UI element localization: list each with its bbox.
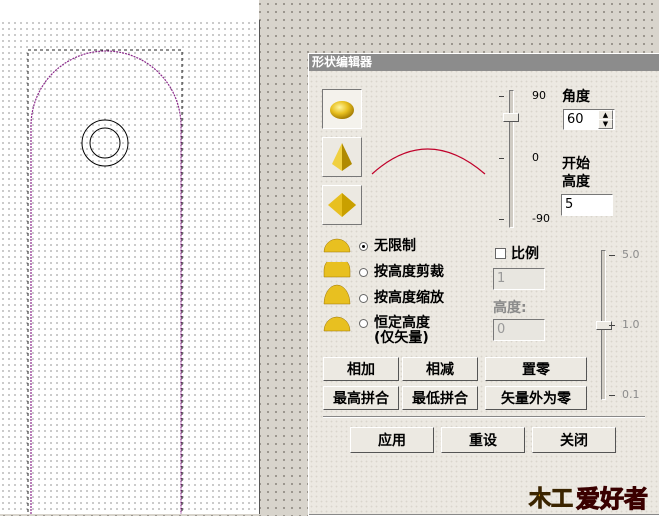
mode-clip-label: 按高度剪裁 [374,264,444,280]
radio-button[interactable] [359,242,368,251]
svg-text:木工: 木工 [528,487,573,512]
mode-unlimited-label: 无限制 [374,238,416,254]
drawing-canvas[interactable] [0,20,260,514]
outer-circle[interactable] [81,119,129,167]
diamond-preset-button[interactable] [322,185,362,225]
ratio-label: 比例 [511,246,539,262]
canvas-ruler [0,0,259,21]
start-height-label-2: 高度 [562,174,590,190]
radio-button[interactable] [359,294,368,303]
mode-constant-label-line1: 恒定高度 [374,315,430,331]
inner-circle[interactable] [89,127,121,159]
dome-preset-button[interactable] [322,89,362,129]
min-merge-button[interactable]: 最低拼合 [402,386,478,410]
max-merge-button[interactable]: 最高拼合 [323,386,399,410]
shape-editor-dialog: 形状编辑器 90 0 -90 角度 60 ▲ ▼ 开始 高度 5 无限制 按高度… [308,53,659,516]
diamond-shape-icon [328,193,356,217]
add-button[interactable]: 相加 [323,357,399,381]
height-label: 高度: [493,300,527,316]
zero-button[interactable]: 置零 [485,357,587,381]
angle-slider-thumb[interactable] [503,113,519,122]
profile-preview [371,148,486,175]
radio-button[interactable] [359,268,368,277]
scale-max-label: 5.0 [622,248,640,261]
mode-scale-radio[interactable]: 按高度缩放 [359,291,444,306]
angle-spin-down[interactable]: ▼ [598,119,613,129]
close-button[interactable]: 关闭 [532,427,616,453]
mode-dome-icon [323,238,351,253]
scale-mid-label: 1.0 [622,318,640,331]
vector-shape[interactable] [0,20,259,514]
angle-min-label: -90 [532,212,550,225]
divider [323,416,645,418]
start-height-label-1: 开始 [562,156,590,172]
svg-text:爱好者: 爱好者 [576,485,648,512]
angle-label: 角度 [562,89,590,105]
height-input[interactable]: 0 [493,319,545,341]
mode-clip-icon [323,262,351,278]
dialog-title[interactable]: 形状编辑器 [309,54,659,71]
pyramid-preset-button[interactable] [322,137,362,177]
start-height-input[interactable]: 5 [561,194,613,216]
angle-max-label: 90 [532,89,546,102]
reset-button[interactable]: 重设 [441,427,525,453]
apply-button[interactable]: 应用 [350,427,434,453]
scale-min-label: 0.1 [622,388,640,401]
mode-unlimited-radio[interactable]: 无限制 [359,239,416,254]
mode-constant-icon [323,316,351,332]
angle-mid-label: 0 [532,151,539,164]
mode-constant-radio[interactable]: 恒定高度 (仅矢量) [359,316,430,346]
mode-constant-label: 恒定高度 (仅矢量) [374,316,430,346]
pyramid-shape-icon [332,143,352,171]
mode-scale-icon [323,284,351,305]
angle-slider-track[interactable] [509,90,514,228]
mode-scale-label: 按高度缩放 [374,290,444,306]
ratio-input[interactable]: 1 [493,268,545,290]
mode-clip-radio[interactable]: 按高度剪裁 [359,265,444,280]
mode-constant-label-line2: (仅矢量) [374,330,429,346]
woodworker-logo: 木工 爱好者 [528,485,649,513]
radio-button[interactable] [359,319,368,328]
vector-outer-zero-button[interactable]: 矢量外为零 [485,386,587,410]
ratio-checkbox[interactable] [495,248,506,259]
dome-shape-icon [330,101,354,119]
subtract-button[interactable]: 相减 [402,357,478,381]
